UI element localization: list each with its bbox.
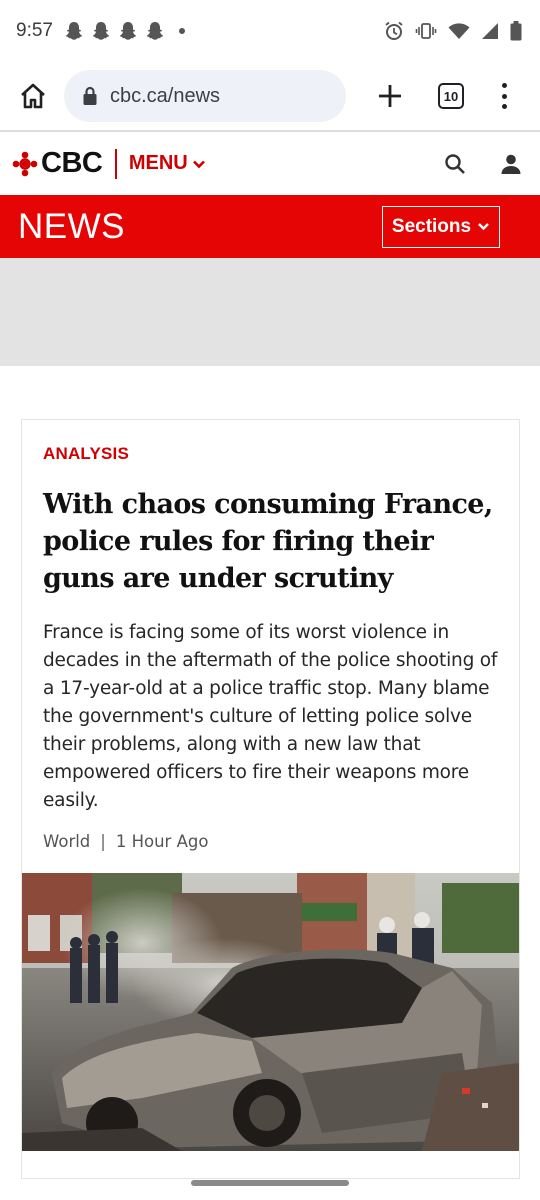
story-card[interactable]: ANALYSIS With chaos consuming France, po… — [21, 419, 520, 1179]
snapchat-icon — [65, 22, 82, 40]
header-separator — [115, 148, 117, 179]
account-icon[interactable] — [500, 153, 522, 175]
snapchat-icon — [92, 22, 109, 40]
menu-button[interactable]: MENU — [129, 152, 206, 175]
story-kicker[interactable]: ANALYSIS — [43, 444, 498, 464]
status-bar: 9:57 — [0, 0, 540, 62]
snapchat-icon — [146, 22, 163, 40]
browser-toolbar: cbc.ca/news 10 — [0, 62, 540, 130]
story-summary: France is facing some of its worst viole… — [43, 622, 498, 811]
header-actions — [444, 153, 522, 175]
story-time: 1 Hour Ago — [115, 832, 209, 851]
chevron-down-icon — [478, 223, 489, 231]
url-text: cbc.ca/news — [110, 84, 221, 107]
story-photo[interactable] — [22, 873, 519, 1151]
chevron-down-icon — [192, 160, 205, 168]
snapchat-icon — [119, 22, 136, 40]
site-header: CBC MENU — [0, 132, 540, 195]
lock-icon — [83, 86, 97, 105]
story-category[interactable]: World — [43, 832, 90, 851]
burned-car-photo — [22, 873, 519, 1151]
overflow-menu-icon[interactable] — [500, 83, 508, 109]
vibrate-icon — [415, 23, 437, 39]
story-meta: World | 1 Hour Ago — [43, 832, 498, 851]
story-headline[interactable]: With chaos consuming France, police rule… — [43, 486, 498, 597]
more-dot-icon — [178, 28, 185, 34]
wifi-icon — [448, 23, 470, 39]
alarm-icon — [385, 21, 403, 40]
system-icons — [384, 21, 522, 41]
tab-switcher-button[interactable]: 10 — [438, 83, 464, 109]
cbc-logo-text[interactable]: CBC — [41, 147, 103, 180]
ad-placeholder — [0, 258, 540, 366]
tab-count: 10 — [443, 88, 459, 104]
sections-label: Sections — [391, 215, 472, 237]
notification-icons — [65, 21, 185, 41]
signal-icon — [482, 23, 498, 39]
battery-icon — [510, 21, 522, 41]
home-button[interactable] — [16, 79, 50, 113]
home-icon — [21, 83, 45, 109]
search-icon[interactable] — [444, 153, 466, 175]
new-tab-icon[interactable] — [376, 82, 404, 110]
gesture-navigation-bar[interactable] — [191, 1180, 349, 1186]
meta-separator: | — [100, 832, 106, 851]
status-time: 9:57 — [16, 20, 53, 41]
cbc-gem-logo-icon[interactable] — [12, 151, 38, 177]
menu-label: MENU — [128, 152, 188, 174]
address-bar[interactable]: cbc.ca/news — [64, 70, 346, 122]
news-section-bar: NEWS Sections — [0, 195, 540, 258]
sections-button[interactable]: Sections — [382, 205, 500, 248]
news-title[interactable]: NEWS — [18, 207, 125, 247]
